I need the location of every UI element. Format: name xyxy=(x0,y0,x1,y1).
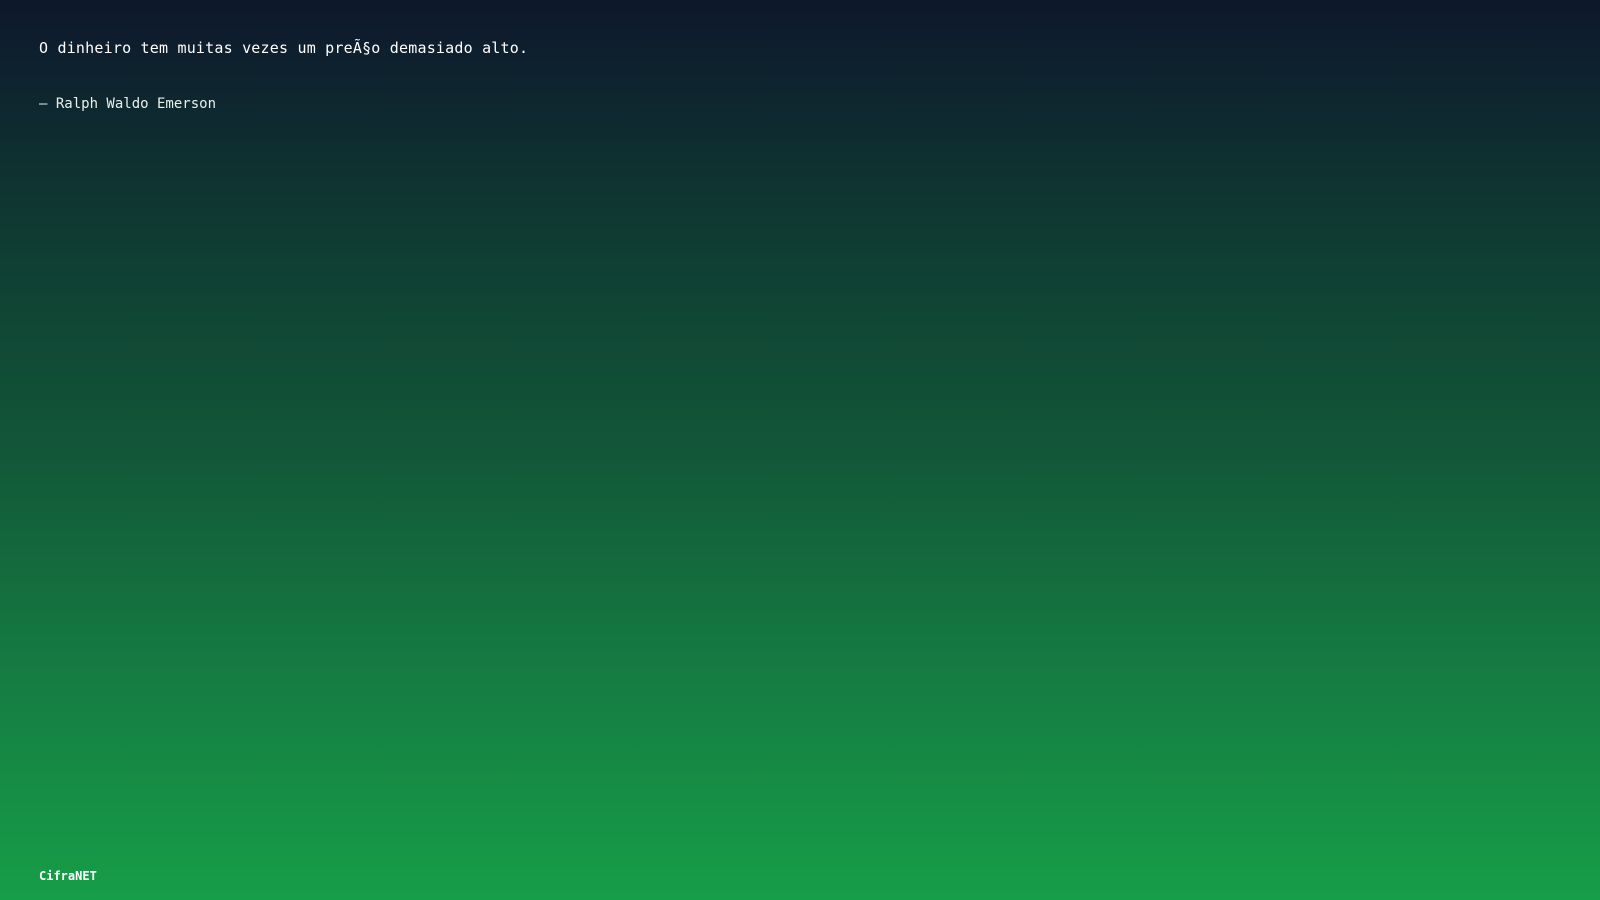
quote-text: O dinheiro tem muitas vezes um preÃ§o de… xyxy=(39,39,529,57)
quote-author: – Ralph Waldo Emerson xyxy=(39,96,217,112)
brand-label: CifraNET xyxy=(39,869,97,883)
quote-block: O dinheiro tem muitas vezes um preÃ§o de… xyxy=(39,34,1039,114)
